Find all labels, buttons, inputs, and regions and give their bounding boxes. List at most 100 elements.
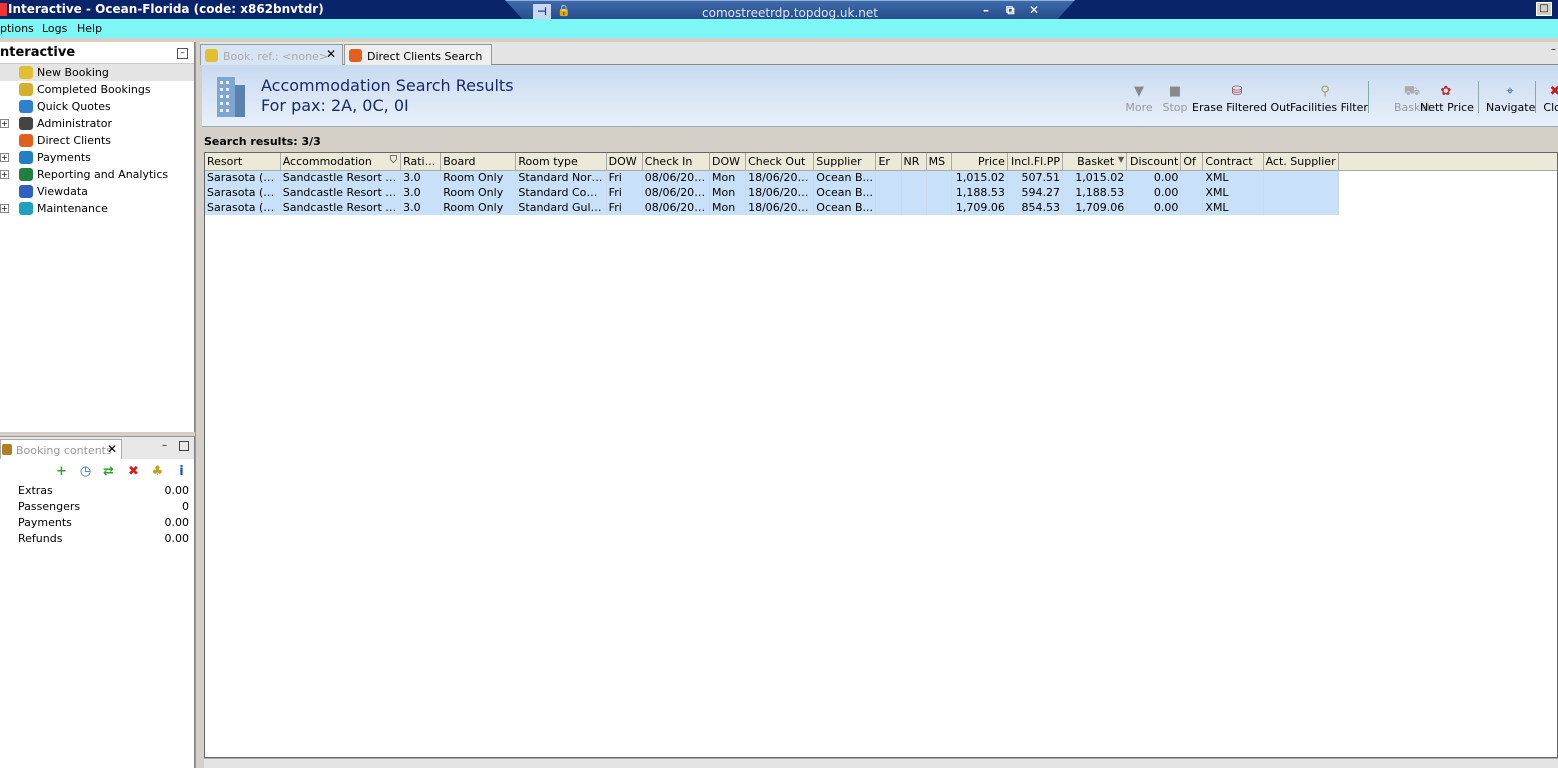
rdp-restore-button[interactable]: ⧉ bbox=[1006, 3, 1015, 18]
column-header[interactable]: Of bbox=[1180, 153, 1204, 171]
toolbar-button-label: More bbox=[1125, 101, 1153, 114]
table-cell: 594.27 bbox=[1007, 185, 1064, 200]
filter-icon[interactable]: ⛉ bbox=[390, 155, 398, 166]
menu-help[interactable]: Help bbox=[77, 22, 102, 35]
column-header-label: Act. Supplier bbox=[1265, 154, 1336, 168]
booking-item-label: Extras bbox=[18, 484, 53, 497]
nett-price-button[interactable]: ✿ Nett Price bbox=[1420, 83, 1474, 119]
column-header[interactable]: Act. Supplier bbox=[1263, 153, 1340, 171]
table-row[interactable]: Sarasota (FL) Sandcastle Resort by... 3.0 R… bbox=[205, 200, 1340, 215]
menu-logs[interactable]: Logs bbox=[42, 22, 67, 35]
nav-item-reporting-and-analytics[interactable]: + Reporting and Analytics bbox=[0, 166, 194, 183]
toolbar-button-label: Facilities Filter bbox=[1290, 101, 1368, 114]
column-header[interactable]: NR bbox=[901, 153, 927, 171]
column-header[interactable]: Er bbox=[875, 153, 902, 171]
column-header[interactable]: MS bbox=[926, 153, 952, 171]
rdp-close-button[interactable]: ✕ bbox=[1029, 3, 1039, 17]
expand-icon[interactable]: + bbox=[0, 119, 9, 128]
close-icon[interactable]: ✕ bbox=[326, 47, 336, 61]
basket-icon[interactable]: ⇄ bbox=[101, 464, 116, 479]
column-header[interactable]: Contract bbox=[1202, 153, 1264, 171]
list-item[interactable]: Extras 0.00 bbox=[0, 483, 194, 499]
close-button[interactable]: ✖ Clos bbox=[1540, 83, 1558, 119]
maintenance-icon bbox=[19, 202, 33, 215]
table-row[interactable]: Sarasota (FL) Sandcastle Resort by... 3.0 R… bbox=[205, 185, 1340, 200]
column-header[interactable]: Accommodation ⛉ bbox=[280, 153, 402, 171]
expand-icon[interactable]: + bbox=[0, 153, 9, 162]
column-header[interactable]: Discount bbox=[1126, 153, 1182, 171]
table-cell bbox=[901, 200, 927, 215]
navigation-panel-header: nteractive – bbox=[0, 42, 194, 64]
nav-item-new-booking[interactable]: New Booking bbox=[0, 64, 194, 81]
column-header[interactable]: Price bbox=[951, 153, 1008, 171]
add-icon[interactable]: + bbox=[54, 464, 69, 479]
column-header[interactable]: Resort bbox=[205, 153, 281, 171]
column-header[interactable]: Board bbox=[440, 153, 517, 171]
toolbar-separator bbox=[1535, 81, 1536, 113]
booking-contents-tab[interactable]: Booking contents ✕ bbox=[0, 439, 122, 459]
column-header-label: Resort bbox=[207, 154, 243, 168]
column-header[interactable]: Check Out bbox=[745, 153, 815, 171]
nav-item-label: Administrator bbox=[37, 117, 112, 130]
table-cell bbox=[1180, 200, 1204, 215]
rdp-host-label: comostreetrdp.topdog.uk.net bbox=[702, 6, 878, 20]
nav-item-quick-quotes[interactable]: Quick Quotes bbox=[0, 98, 194, 115]
close-icon[interactable]: ✕ bbox=[107, 442, 117, 456]
minimize-icon[interactable]: – bbox=[162, 440, 167, 451]
minimize-panel-button[interactable]: – bbox=[177, 48, 188, 59]
maximize-button[interactable]: □ bbox=[1536, 2, 1552, 16]
clock-icon[interactable]: ◷ bbox=[78, 464, 93, 479]
table-cell bbox=[901, 170, 927, 185]
results-subtitle: For pax: 2A, 0C, 0I bbox=[261, 96, 409, 115]
table-row[interactable]: Sarasota (FL) Sandcastle Resort by... 3.0 R… bbox=[205, 170, 1340, 185]
tab-booking-ref[interactable]: Book. ref.: <none> ✕ bbox=[200, 44, 343, 65]
column-header[interactable]: Basket ▼ bbox=[1062, 153, 1128, 171]
delete-icon[interactable]: ✖ bbox=[126, 464, 141, 479]
column-header[interactable]: Room type bbox=[515, 153, 607, 171]
column-header[interactable]: Check In bbox=[642, 153, 710, 171]
nav-item-payments[interactable]: + Payments bbox=[0, 149, 194, 166]
nav-item-completed-bookings[interactable]: Completed Bookings bbox=[0, 81, 194, 98]
column-header[interactable]: DOW bbox=[606, 153, 643, 171]
column-header[interactable]: Incl.Fl.PP bbox=[1007, 153, 1064, 171]
table-cell: 18/06/2018 bbox=[745, 185, 815, 200]
erase-filtered-out-button[interactable]: ⛁ Erase Filtered Out bbox=[1192, 83, 1290, 119]
maximize-icon[interactable] bbox=[179, 441, 189, 451]
tab-direct-clients-search-label: Direct Clients Search bbox=[367, 50, 483, 63]
horizontal-scrollbar[interactable] bbox=[204, 758, 1558, 768]
nav-item-direct-clients[interactable]: Direct Clients bbox=[0, 132, 194, 149]
facilities-filter-button[interactable]: ⚲ Facilities Filter bbox=[1290, 83, 1368, 119]
palm-tree-icon[interactable]: ♣ bbox=[150, 464, 165, 479]
more-button[interactable]: ▼ More bbox=[1124, 83, 1154, 119]
toolbar-button-label: Nett Price bbox=[1420, 101, 1474, 114]
info-icon[interactable]: i bbox=[174, 464, 189, 479]
tab-direct-clients-search[interactable]: Direct Clients Search bbox=[344, 44, 492, 65]
list-item[interactable]: Refunds 0.00 bbox=[0, 531, 194, 547]
expand-icon[interactable]: + bbox=[0, 204, 9, 213]
nav-item-maintenance[interactable]: + Maintenance bbox=[0, 200, 194, 217]
column-header-label: MS bbox=[928, 154, 946, 168]
sort-descending-icon: ▼ bbox=[1118, 155, 1125, 164]
list-item[interactable]: Passengers 0 bbox=[0, 499, 194, 515]
column-header[interactable]: Rati... bbox=[400, 153, 442, 171]
toolbar-button-label: Erase Filtered Out bbox=[1192, 101, 1291, 114]
table-cell bbox=[875, 170, 902, 185]
menu-options[interactable]: ptions bbox=[0, 22, 34, 35]
nav-item-viewdata[interactable]: Viewdata bbox=[0, 183, 194, 200]
rdp-minimize-button[interactable]: – bbox=[983, 3, 989, 17]
results-header: Accommodation Search Results For pax: 2A… bbox=[202, 65, 1558, 127]
table-cell bbox=[901, 185, 927, 200]
column-header[interactable]: DOW bbox=[709, 153, 747, 171]
stop-button[interactable]: ■ Stop bbox=[1160, 83, 1190, 119]
palm-tree-icon bbox=[19, 83, 33, 96]
minimize-editor-button[interactable]: – bbox=[1551, 44, 1556, 55]
column-header-label: Contract bbox=[1205, 154, 1253, 168]
table-cell: XML bbox=[1202, 200, 1264, 215]
clock-icon bbox=[19, 100, 33, 113]
booking-contents-tab-label: Booking contents bbox=[16, 444, 112, 457]
nav-item-administrator[interactable]: + Administrator bbox=[0, 115, 194, 132]
expand-icon[interactable]: + bbox=[0, 170, 9, 179]
list-item[interactable]: Payments 0.00 bbox=[0, 515, 194, 531]
column-header[interactable]: Supplier bbox=[813, 153, 877, 171]
navigate-button[interactable]: ⌖ Navigate bbox=[1486, 83, 1535, 119]
